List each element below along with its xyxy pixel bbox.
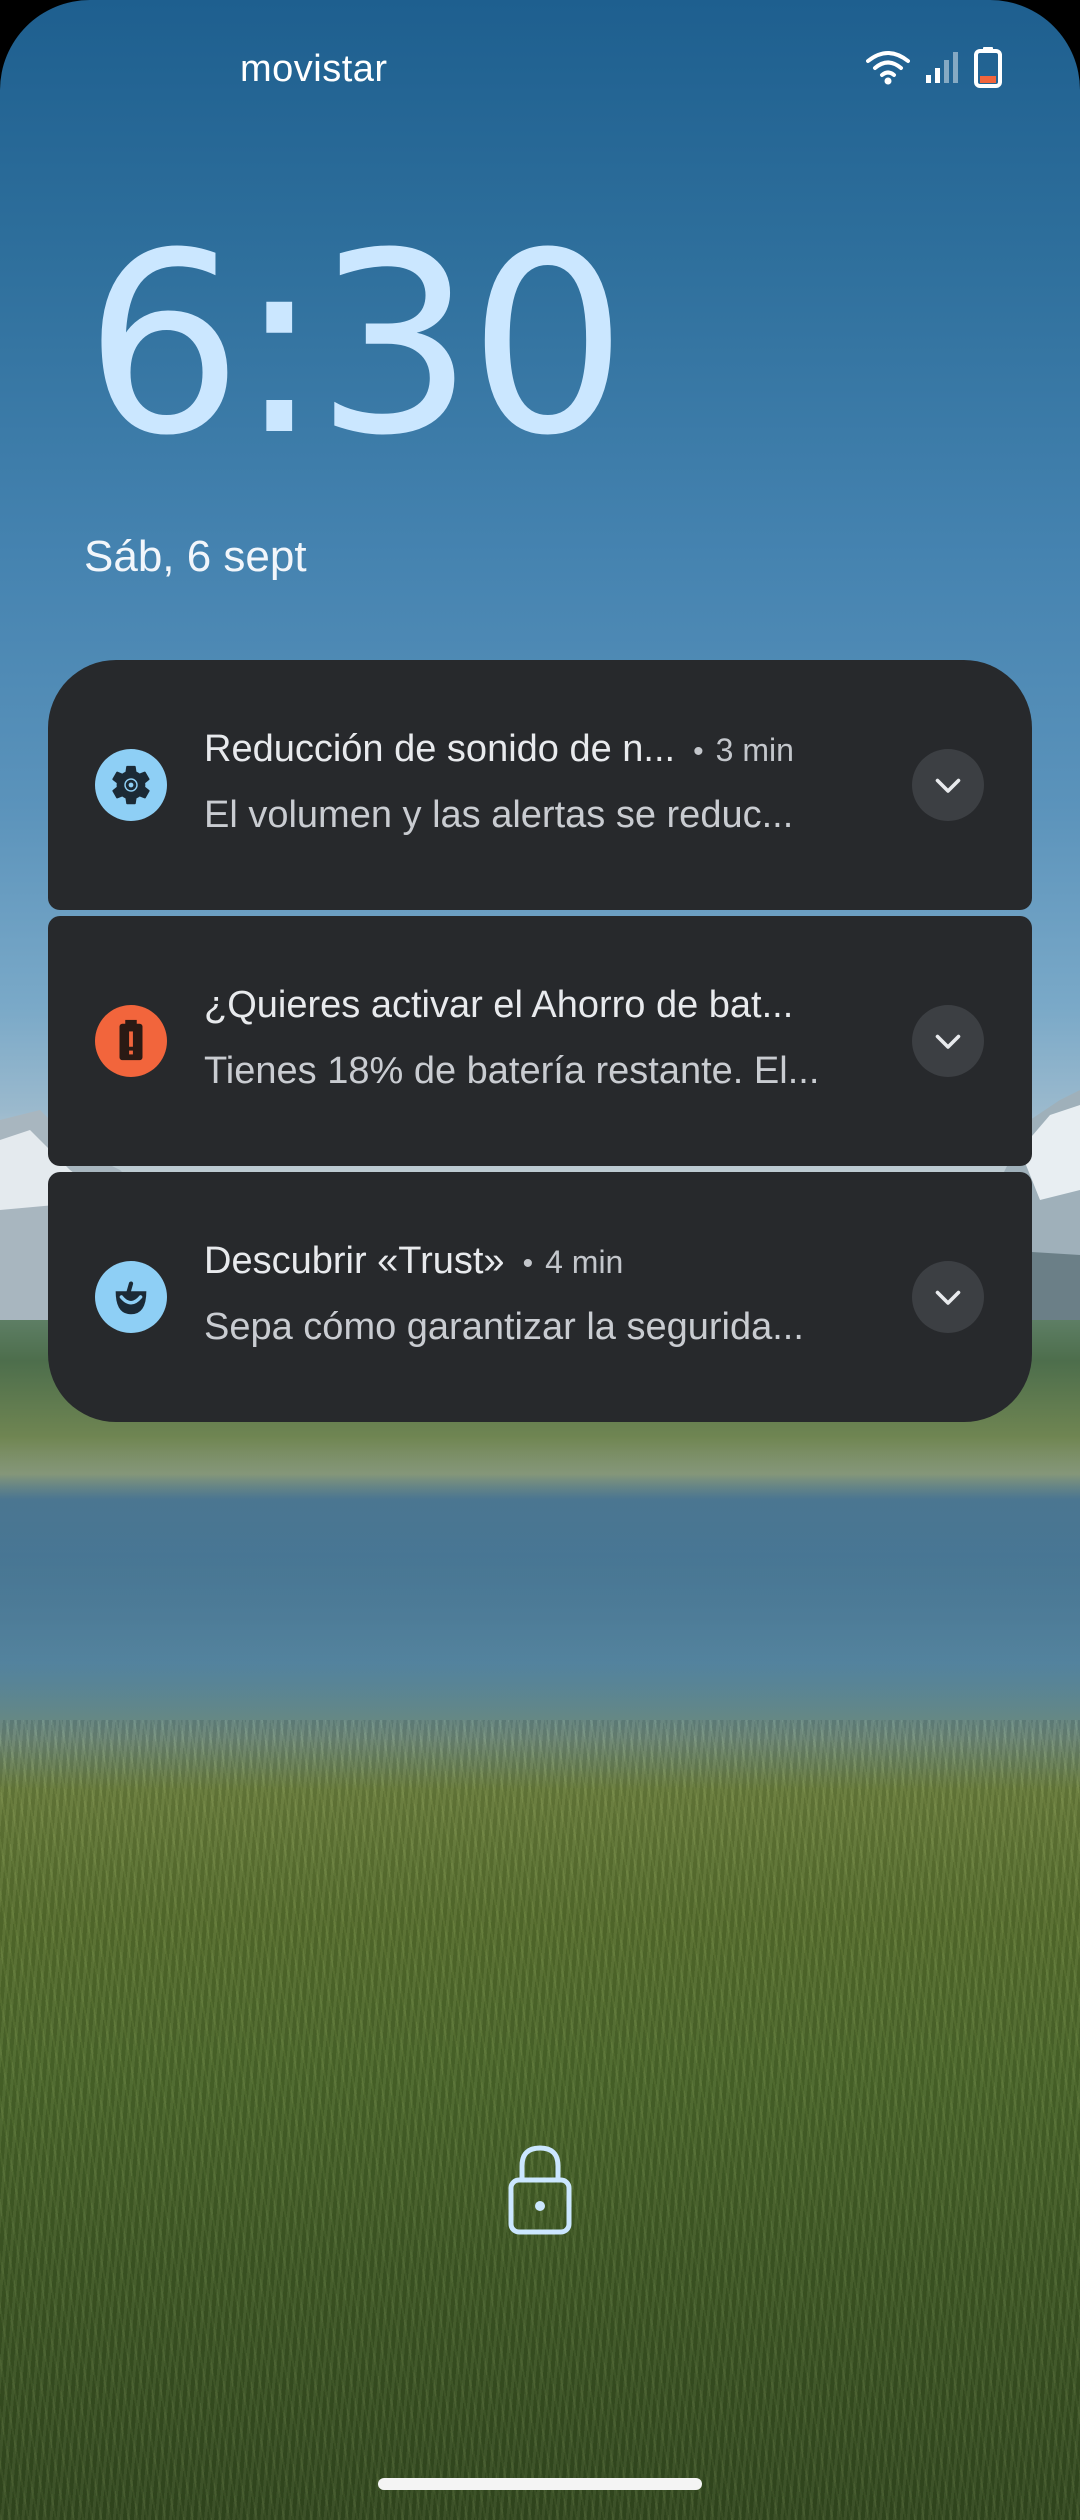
separator-dot: •	[693, 735, 704, 768]
expand-button[interactable]	[912, 1005, 984, 1077]
notification-trust[interactable]: Descubrir «Trust» • 4 min Sepa cómo gara…	[48, 1172, 1032, 1422]
grass-texture	[0, 1720, 1080, 2520]
notification-title: Reducción de sonido de n...	[204, 728, 676, 770]
status-icons	[866, 46, 1002, 88]
notification-header: ¿Quieres activar el Ahorro de bat...	[204, 984, 884, 1027]
wifi-icon	[866, 51, 910, 85]
lock-screen: movistar 6:30 Sáb, 6 sept Reducción de s…	[0, 0, 1080, 2520]
notification-header: Reducción de sonido de n... • 3 min	[204, 728, 884, 771]
expand-button[interactable]	[912, 1261, 984, 1333]
chevron-down-icon	[935, 1034, 961, 1049]
notification-time: 3 min	[715, 732, 794, 768]
battery-alert-icon	[95, 1005, 167, 1077]
lockscreen-clock: 6:30	[84, 199, 627, 490]
notification-stack: Reducción de sonido de n... • 3 min El v…	[48, 660, 1032, 1422]
navigation-handle[interactable]	[378, 2478, 702, 2490]
gear-icon	[95, 749, 167, 821]
notification-title: Descubrir «Trust»	[204, 1240, 505, 1282]
lake-reflection	[0, 1440, 1080, 1740]
notification-body: Sepa cómo garantizar la segurida...	[204, 1306, 804, 1348]
carrier-name: movistar	[240, 48, 388, 90]
battery-low-icon	[974, 47, 1002, 88]
notification-sound-reduction[interactable]: Reducción de sonido de n... • 3 min El v…	[48, 660, 1032, 910]
expand-button[interactable]	[912, 749, 984, 821]
trust-smile-icon	[95, 1261, 167, 1333]
notification-body: El volumen y las alertas se reduc...	[204, 794, 794, 836]
lock-icon[interactable]	[505, 2142, 575, 2236]
chevron-down-icon	[935, 778, 961, 793]
cell-signal-icon	[926, 52, 958, 83]
lockscreen-date: Sáb, 6 sept	[84, 532, 307, 581]
chevron-down-icon	[935, 1290, 961, 1305]
status-bar: movistar	[0, 0, 1080, 140]
separator-dot: •	[522, 1247, 534, 1280]
notification-time: 4 min	[545, 1244, 624, 1280]
notification-body: Tienes 18% de batería restante. El...	[204, 1050, 820, 1092]
notification-battery-saver[interactable]: ¿Quieres activar el Ahorro de bat... Tie…	[48, 916, 1032, 1166]
notification-title: ¿Quieres activar el Ahorro de bat...	[204, 984, 794, 1026]
notification-header: Descubrir «Trust» • 4 min	[204, 1240, 884, 1283]
